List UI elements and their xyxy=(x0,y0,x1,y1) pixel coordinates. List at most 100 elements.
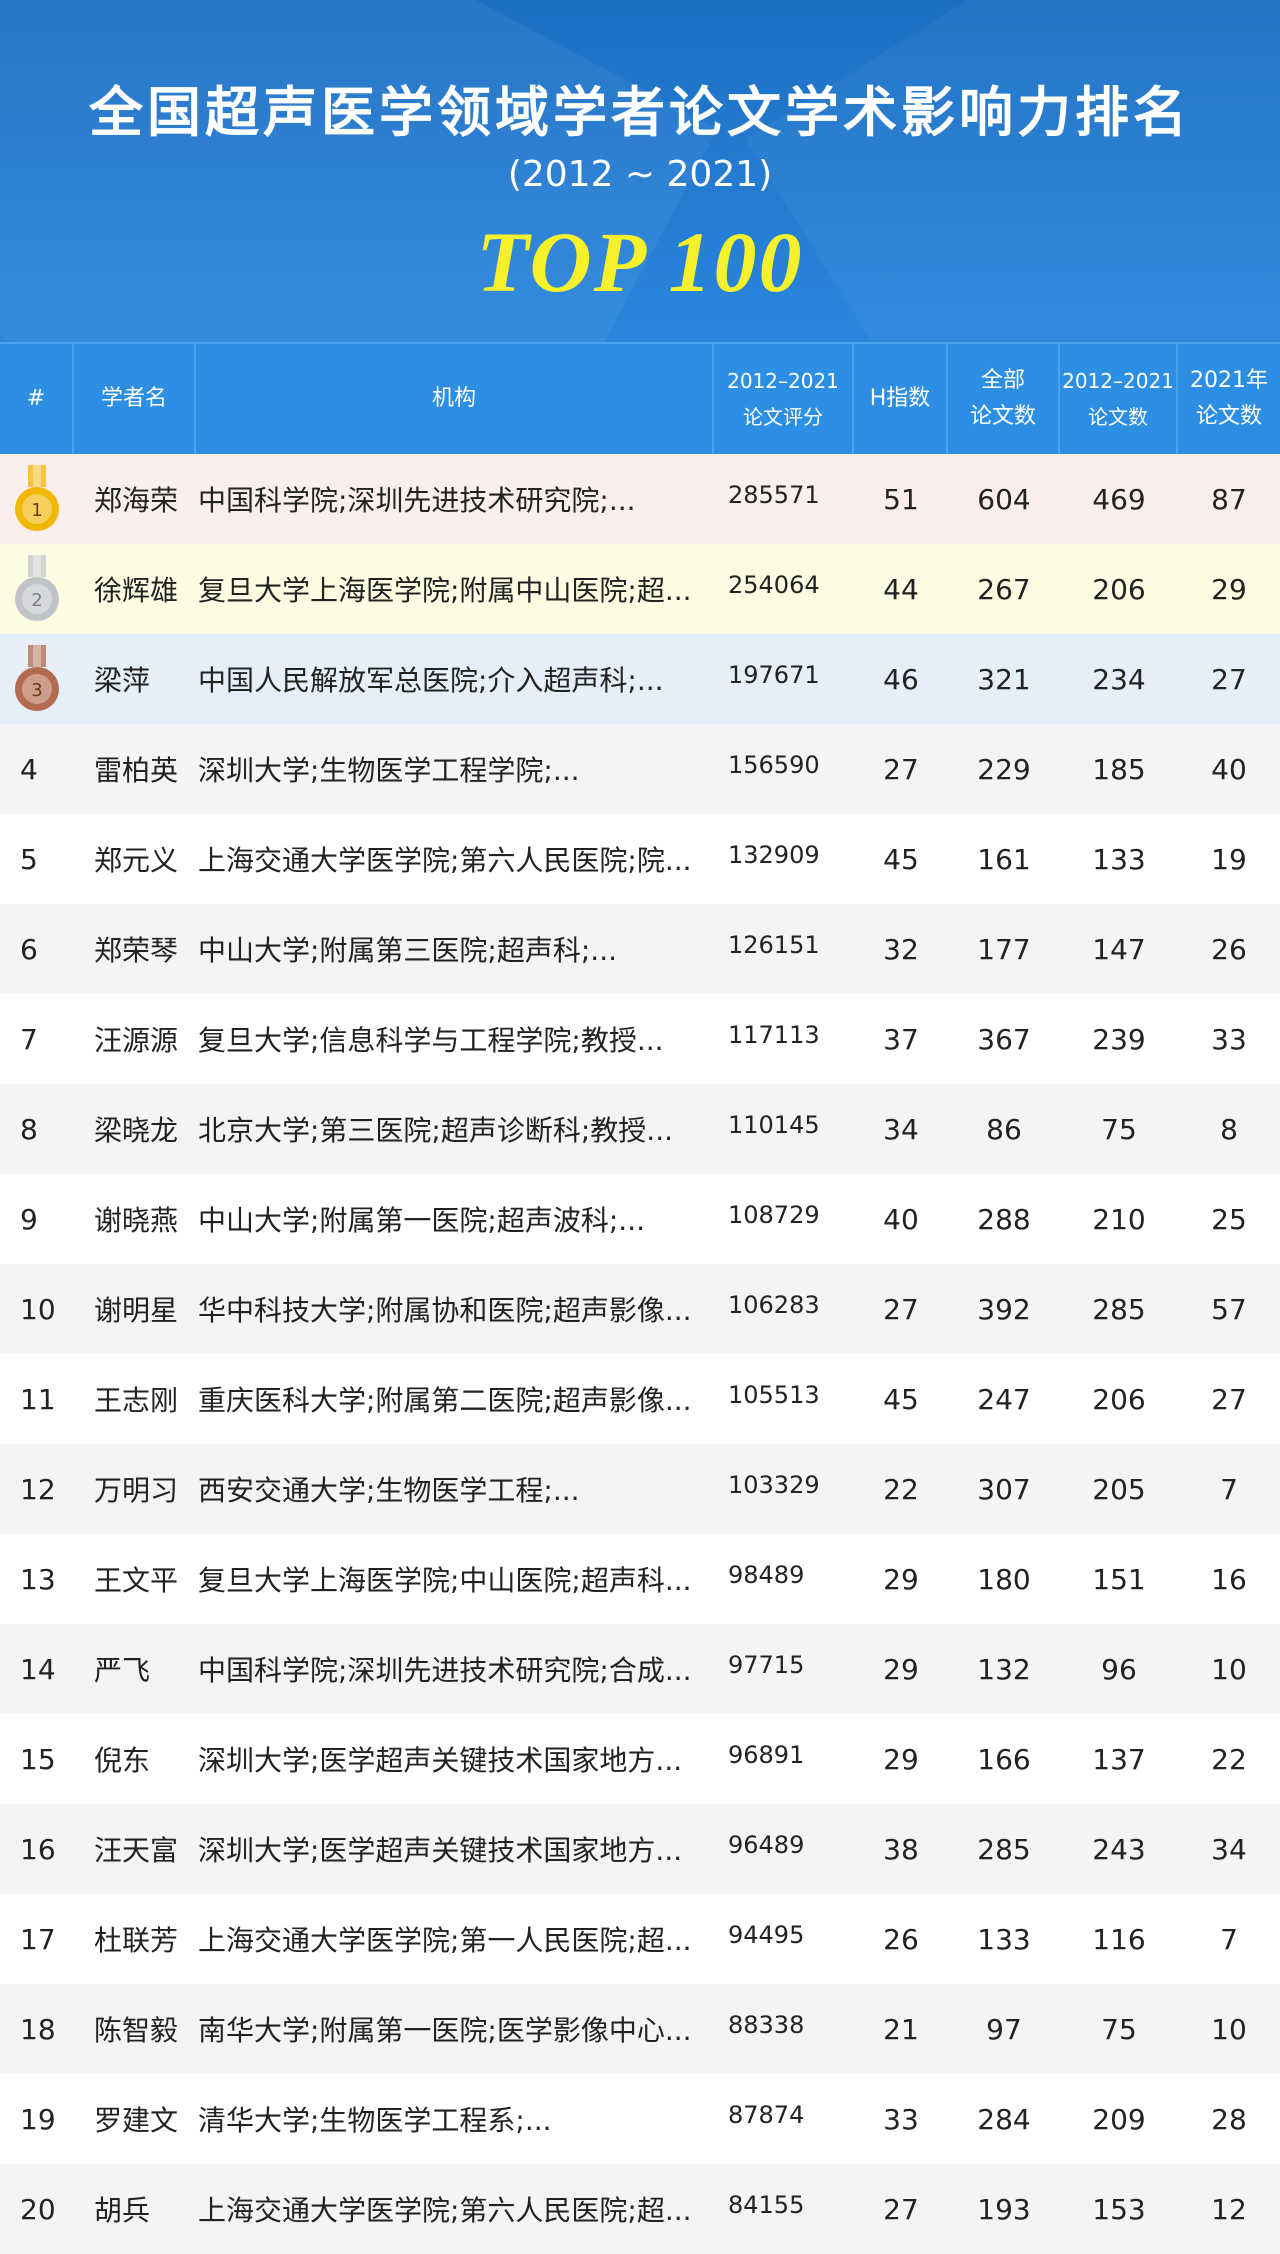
rank-cell: 17 xyxy=(20,1922,56,1956)
score-cell: 106283 xyxy=(728,1291,820,1319)
h-index-cell: 37 xyxy=(883,1022,919,1056)
total-papers-cell: 229 xyxy=(977,752,1031,786)
table-row: 20 胡兵 上海交通大学医学院;第六人民医院;超... 84155 27 193 153 12 xyxy=(0,2164,1280,2254)
name-cell: 万明习 xyxy=(94,1474,179,1507)
total-papers-cell: 604 xyxy=(977,482,1031,516)
rank-cell: 4 xyxy=(20,752,38,786)
papers-2021-cell: 26 xyxy=(1211,932,1247,966)
col-recent: 2012–2021 论文数 xyxy=(1060,344,1178,454)
table-row: 17 杜联芳 上海交通大学医学院;第一人民医院;超... 94495 26 133 116 7 xyxy=(0,1894,1280,1984)
rank-cell: 13 xyxy=(20,1562,56,1596)
score-cell: 103329 xyxy=(728,1471,820,1499)
papers-2021-cell: 33 xyxy=(1211,1022,1247,1056)
total-papers-cell: 177 xyxy=(977,932,1031,966)
institution-cell: 中山大学;附属第一医院;超声波科;... xyxy=(198,1204,646,1237)
table-header: # 学者名 机构 2012–2021 论文评分 H指数 全部 论文数 2012–… xyxy=(0,342,1280,454)
papers-2021-cell: 7 xyxy=(1220,1922,1238,1956)
papers-2021-cell: 27 xyxy=(1211,1382,1247,1416)
rank-cell: 14 xyxy=(20,1652,56,1686)
institution-cell: 中国科学院;深圳先进技术研究院;... xyxy=(198,484,636,517)
recent-papers-cell: 133 xyxy=(1092,842,1146,876)
total-papers-cell: 392 xyxy=(977,1292,1031,1326)
score-cell: 156590 xyxy=(728,751,820,779)
papers-2021-cell: 34 xyxy=(1211,1832,1247,1866)
papers-2021-cell: 40 xyxy=(1211,752,1247,786)
col-score: 2012–2021 论文评分 xyxy=(714,344,854,454)
institution-cell: 中国人民解放军总医院;介入超声科;... xyxy=(198,664,664,697)
score-cell: 96489 xyxy=(728,1831,805,1859)
institution-cell: 重庆医科大学;附属第二医院;超声影像... xyxy=(198,1384,692,1417)
recent-papers-cell: 205 xyxy=(1092,1472,1146,1506)
total-papers-cell: 180 xyxy=(977,1562,1031,1596)
recent-papers-cell: 209 xyxy=(1092,2102,1146,2136)
rank-cell: 11 xyxy=(20,1382,56,1416)
col-name-label: 学者名 xyxy=(100,386,167,411)
score-cell: 285571 xyxy=(728,481,820,509)
score-cell: 110145 xyxy=(728,1111,820,1139)
recent-papers-cell: 116 xyxy=(1092,1922,1146,1956)
recent-papers-cell: 210 xyxy=(1092,1202,1146,1236)
page-title: 全国超声医学领域学者论文学术影响力排名 xyxy=(89,81,1191,144)
table-row: 1 郑海荣 中国科学院;深圳先进技术研究院;... 285571 51 604 469 87 xyxy=(0,454,1280,544)
col-h-index-label: H指数 xyxy=(869,386,931,411)
total-papers-cell: 86 xyxy=(986,1112,1022,1146)
name-cell: 王志刚 xyxy=(94,1384,179,1417)
table-row: 19 罗建文 清华大学;生物医学工程系;... 87874 33 284 209 28 xyxy=(0,2074,1280,2164)
h-index-cell: 46 xyxy=(883,662,919,696)
total-papers-cell: 161 xyxy=(977,842,1031,876)
recent-papers-cell: 185 xyxy=(1092,752,1146,786)
score-cell: 84155 xyxy=(728,2191,805,2219)
h-index-cell: 32 xyxy=(883,932,919,966)
top-badge: TOP 100 xyxy=(476,214,804,310)
h-index-cell: 27 xyxy=(883,752,919,786)
score-cell: 87874 xyxy=(728,2101,805,2129)
recent-papers-cell: 243 xyxy=(1092,1832,1146,1866)
institution-cell: 清华大学;生物医学工程系;... xyxy=(198,2104,552,2137)
papers-2021-cell: 8 xyxy=(1220,1112,1238,1146)
total-papers-cell: 267 xyxy=(977,572,1031,606)
col-total-label-2: 论文数 xyxy=(969,404,1036,429)
score-cell: 132909 xyxy=(728,841,820,869)
name-cell: 倪东 xyxy=(94,1744,151,1777)
gold-medal-icon: 1 xyxy=(0,463,74,535)
silver-medal-graphic: 2 xyxy=(15,555,59,621)
h-index-cell: 26 xyxy=(883,1922,919,1956)
rank-cell: 5 xyxy=(20,842,38,876)
col-2021-label-2: 论文数 xyxy=(1195,404,1262,429)
score-cell: 254064 xyxy=(728,571,820,599)
name-cell: 郑元义 xyxy=(94,844,179,877)
institution-cell: 复旦大学上海医学院;中山医院;超声科... xyxy=(198,1564,692,1597)
recent-papers-cell: 147 xyxy=(1092,932,1146,966)
name-cell: 王文平 xyxy=(94,1564,179,1597)
name-cell: 郑海荣 xyxy=(94,484,179,517)
total-papers-cell: 247 xyxy=(977,1382,1031,1416)
table-row: 11 王志刚 重庆医科大学;附属第二医院;超声影像... 105513 45 247 206… xyxy=(0,1354,1280,1444)
institution-cell: 复旦大学;信息科学与工程学院;教授... xyxy=(198,1024,664,1057)
name-cell: 杜联芳 xyxy=(94,1924,179,1957)
institution-cell: 上海交通大学医学院;第六人民医院;院... xyxy=(198,844,692,877)
silver-medal-icon: 2 xyxy=(0,553,74,625)
total-papers-cell: 166 xyxy=(977,1742,1031,1776)
table-row: 14 严飞 中国科学院;深圳先进技术研究院;合成... 97715 29 132 96 10 xyxy=(0,1624,1280,1714)
name-cell: 梁晓龙 xyxy=(94,1114,179,1147)
institution-cell: 华中科技大学;附属协和医院;超声影像... xyxy=(198,1294,692,1327)
name-cell: 罗建文 xyxy=(94,2104,179,2137)
total-papers-cell: 285 xyxy=(977,1832,1031,1866)
rank-cell: 12 xyxy=(20,1472,56,1506)
col-score-label-1: 2012–2021 xyxy=(727,369,839,393)
score-cell: 117113 xyxy=(728,1021,820,1049)
table-row: 7 汪源源 复旦大学;信息科学与工程学院;教授... 117113 37 367 239 33 xyxy=(0,994,1280,1084)
papers-2021-cell: 87 xyxy=(1211,482,1247,516)
score-cell: 105513 xyxy=(728,1381,820,1409)
col-h-index: H指数 xyxy=(854,344,948,454)
medal-rank-label: 2 xyxy=(31,590,42,611)
total-papers-cell: 193 xyxy=(977,2192,1031,2226)
institution-cell: 深圳大学;医学超声关键技术国家地方... xyxy=(198,1834,683,1867)
institution-cell: 复旦大学上海医学院;附属中山医院;超... xyxy=(198,574,692,607)
h-index-cell: 44 xyxy=(883,572,919,606)
h-index-cell: 27 xyxy=(883,1292,919,1326)
rank-cell: 9 xyxy=(20,1202,38,1236)
recent-papers-cell: 206 xyxy=(1092,572,1146,606)
col-recent-label-1: 2012–2021 xyxy=(1062,369,1174,393)
table-row: 6 郑荣琴 中山大学;附属第三医院;超声科;... 126151 32 177 147 26 xyxy=(0,904,1280,994)
